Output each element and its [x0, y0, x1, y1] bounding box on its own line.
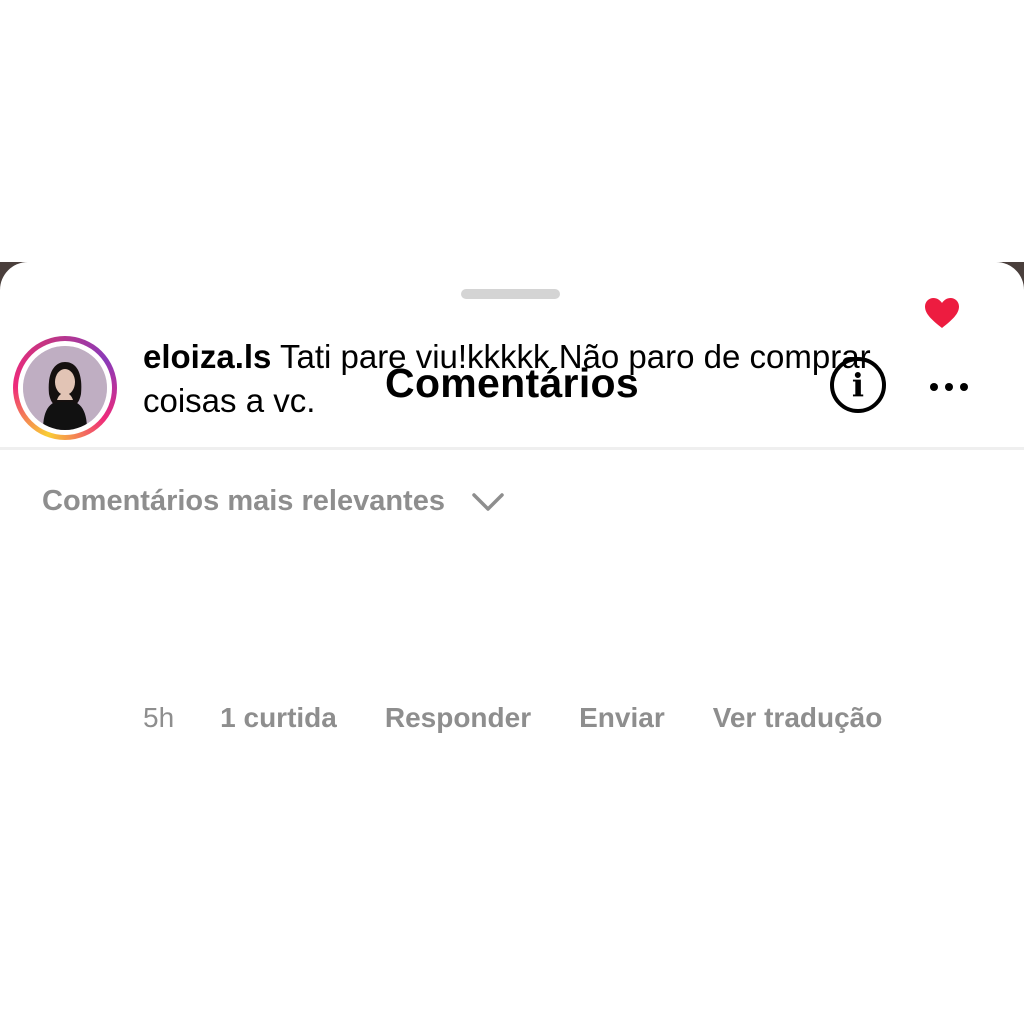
likes-count[interactable]: 1 curtida: [220, 702, 337, 734]
comment-body: eloiza.ls Tati pare viu!kkkkk Não paro d…: [143, 335, 903, 423]
comment-actions: 5h 1 curtida Responder Enviar Ver traduç…: [143, 702, 882, 734]
sort-label: Comentários mais relevantes: [42, 485, 445, 517]
screen: Comentários i Comentários mais relevante…: [0, 0, 1024, 1024]
comment-timestamp: 5h: [143, 702, 175, 733]
avatar[interactable]: [13, 336, 117, 440]
drag-handle[interactable]: [461, 289, 560, 299]
chevron-down-icon: [472, 492, 504, 511]
heart-icon[interactable]: [924, 297, 960, 329]
comment-username[interactable]: eloiza.ls: [143, 338, 271, 375]
comment-item: eloiza.ls Tati pare viu!kkkkk Não paro d…: [0, 333, 1024, 483]
translate-button[interactable]: Ver tradução: [713, 702, 883, 734]
avatar-photo: [23, 346, 107, 430]
send-button[interactable]: Enviar: [579, 702, 665, 734]
reply-button[interactable]: Responder: [385, 702, 531, 734]
sort-dropdown[interactable]: Comentários mais relevantes: [42, 485, 505, 518]
